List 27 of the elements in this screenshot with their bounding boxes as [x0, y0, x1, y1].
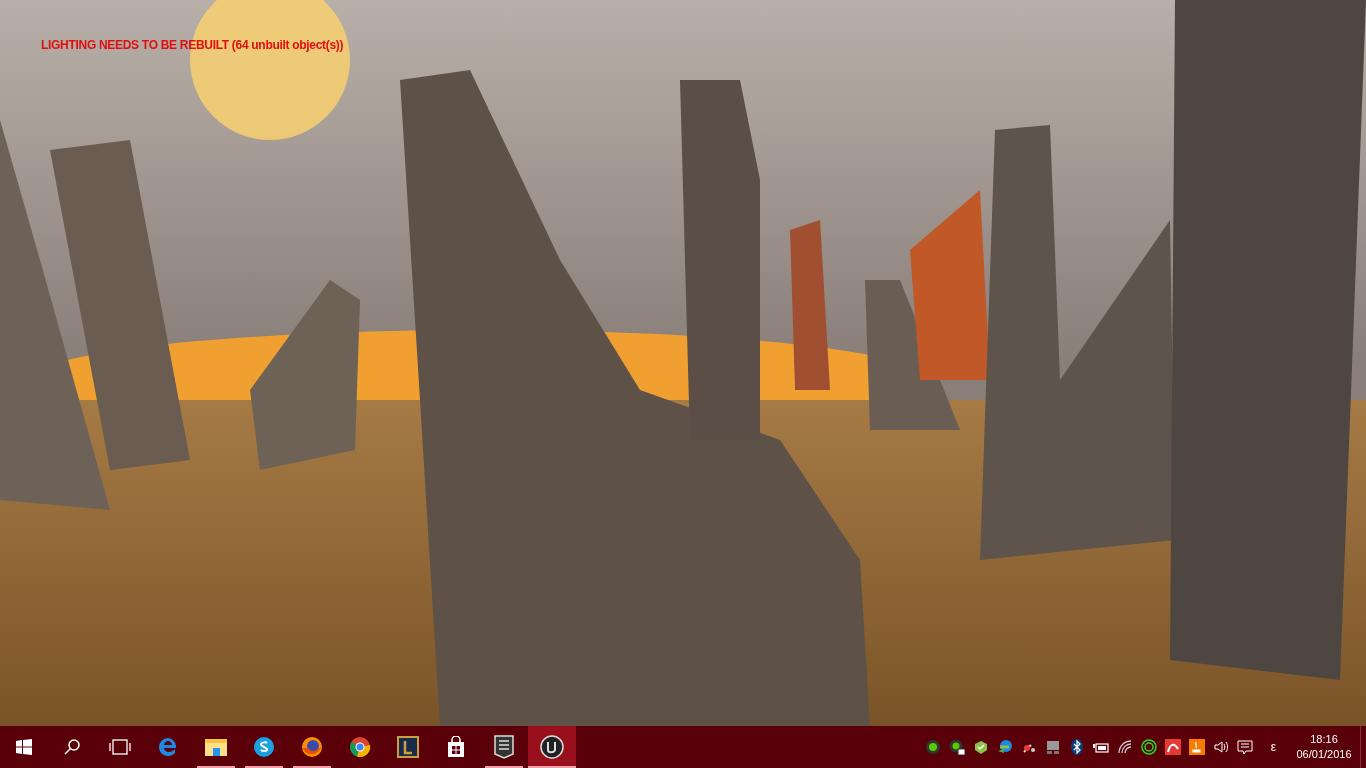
taskbar-app-button[interactable]: [528, 726, 576, 768]
wifi-icon[interactable]: [1116, 739, 1133, 755]
folder-icon: [204, 737, 228, 757]
chat-s-icon: [253, 736, 275, 758]
browser-e-icon: [157, 736, 179, 758]
input-indicator[interactable]: ε: [1258, 738, 1288, 756]
round-logo-icon: [540, 735, 564, 759]
clock[interactable]: 18:16 06/01/2016: [1288, 732, 1360, 762]
umbrella-a-icon[interactable]: [1164, 739, 1181, 755]
leaf-check-icon[interactable]: [972, 739, 989, 755]
shopping-bag-icon: [446, 736, 466, 758]
dot-icon[interactable]: [924, 739, 941, 755]
monitor-icon[interactable]: [1044, 739, 1061, 755]
bluetooth-icon[interactable]: [1068, 739, 1085, 755]
cup-icon[interactable]: [1188, 739, 1205, 755]
dot-window-icon[interactable]: [948, 739, 965, 755]
windows-logo-icon: [16, 739, 32, 755]
search-icon: [63, 738, 81, 756]
lighting-warning: LIGHTING NEEDS TO BE REBUILT (64 unbuilt object(s)): [41, 37, 344, 54]
ring-icon[interactable]: [1140, 739, 1157, 755]
game-tile-icon: [397, 736, 419, 758]
task-view-icon: [109, 739, 131, 755]
notification-icon[interactable]: [1236, 739, 1253, 755]
browser-circle-icon: [349, 736, 371, 758]
shield-icon: [494, 735, 514, 759]
fox-globe-icon: [301, 736, 323, 758]
volume-icon[interactable]: [1212, 739, 1229, 755]
